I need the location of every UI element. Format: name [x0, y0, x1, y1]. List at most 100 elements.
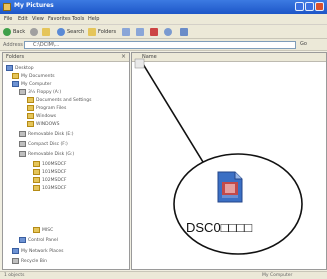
folders-pane: Folders × Desktop My Documents My Comput… — [2, 52, 130, 270]
tree-item-label: My Documents — [21, 73, 55, 79]
column-header-name[interactable]: Name — [142, 54, 157, 60]
delete-button[interactable] — [150, 27, 160, 37]
menu-edit[interactable]: Edit — [18, 16, 28, 22]
drive-icon — [19, 131, 26, 137]
folders-button[interactable]: Folders — [88, 27, 116, 37]
folders-icon — [88, 28, 96, 36]
minimize-button[interactable] — [295, 2, 304, 11]
tree-item[interactable]: 101MSDCF — [33, 168, 67, 176]
views-icon — [180, 28, 188, 36]
tree-item-label: Removable Disk (G:) — [28, 151, 75, 157]
menu-favorites[interactable]: Favorites — [48, 16, 71, 22]
status-count: 1 objects — [4, 273, 25, 278]
back-button[interactable]: Back — [3, 27, 25, 37]
tree-item-label: 101MSDCF — [42, 169, 67, 175]
folder-icon — [33, 177, 40, 183]
window-title: My Pictures — [14, 2, 54, 9]
status-location: My Computer — [262, 273, 293, 278]
tree-item[interactable]: Removable Disk (G:) — [19, 150, 74, 158]
menu-view[interactable]: View — [32, 16, 44, 22]
undo-icon — [164, 28, 172, 36]
folder-icon — [27, 113, 34, 119]
tree-item[interactable]: Recycle Bin — [12, 257, 47, 265]
tree-item[interactable]: 103MSDCF — [33, 184, 67, 192]
folders-pane-title: Folders — [6, 54, 25, 60]
status-bar: 1 objects My Computer — [0, 271, 327, 279]
tree-item[interactable]: Documents and Settings — [27, 96, 91, 104]
tree-item-label: 100MSDCF — [42, 161, 67, 167]
floppy-icon — [19, 89, 26, 95]
move-to-icon — [122, 28, 130, 36]
tree-item-label: Program Files — [36, 105, 67, 111]
file-list-pane[interactable]: Name — [131, 52, 327, 270]
tree-item[interactable]: WINDOWS — [27, 120, 59, 128]
tree-item[interactable]: 100MSDCF — [33, 160, 67, 168]
image-file-icon — [217, 171, 243, 203]
tree-item-label: 102MSDCF — [42, 177, 67, 183]
menu-help[interactable]: Help — [88, 16, 99, 22]
drive-icon — [19, 151, 26, 157]
back-arrow-icon — [3, 28, 11, 36]
menu-bar: File Edit View Favorites Tools Help — [0, 14, 327, 25]
folder-icon — [33, 161, 40, 167]
search-button[interactable]: Search — [57, 27, 84, 37]
maximize-button[interactable] — [305, 2, 314, 11]
folder-icon — [12, 73, 19, 79]
tree-item[interactable]: Compact Disc (F:) — [19, 140, 68, 148]
tree-item[interactable]: My Computer — [12, 80, 51, 88]
tree-item[interactable]: My Documents — [12, 72, 55, 80]
tree-item-label: Recycle Bin — [21, 258, 47, 264]
tree-item-label: My Computer — [21, 81, 52, 87]
menu-file[interactable]: File — [4, 16, 12, 22]
network-icon — [12, 248, 19, 254]
menu-tools[interactable]: Tools — [72, 16, 84, 22]
tree-item[interactable]: Program Files — [27, 104, 66, 112]
address-label: Address — [3, 42, 23, 48]
explorer-window: My Pictures File Edit View Favorites Too… — [0, 0, 327, 279]
close-button[interactable] — [315, 2, 324, 11]
cd-drive-icon — [19, 141, 26, 147]
address-bar: Address C:\DCIM\... Go — [0, 39, 327, 51]
delete-icon — [150, 28, 158, 36]
forward-button[interactable] — [30, 27, 40, 37]
folders-label: Folders — [98, 29, 117, 35]
tree-item[interactable]: 3½ Floppy (A:) — [19, 88, 61, 96]
undo-button[interactable] — [164, 27, 174, 37]
tree-item[interactable]: Windows — [27, 112, 56, 120]
up-folder-icon — [42, 28, 50, 36]
tree-item[interactable]: Removable Disk (E:) — [19, 130, 74, 138]
folder-icon — [3, 3, 11, 11]
title-bar[interactable]: My Pictures — [0, 0, 327, 14]
folder-icon — [27, 97, 34, 103]
address-input[interactable]: C:\DCIM\... — [24, 41, 296, 49]
close-icon[interactable]: × — [121, 53, 126, 61]
forward-arrow-icon — [30, 28, 38, 36]
desktop-icon — [6, 65, 13, 71]
tree-item[interactable]: Control Panel — [19, 236, 58, 244]
tree-item-label: 3½ Floppy (A:) — [28, 89, 62, 95]
tree-item-label: Compact Disc (F:) — [28, 141, 68, 147]
search-label: Search — [67, 29, 85, 35]
copy-to-icon — [136, 28, 144, 36]
search-icon — [57, 28, 65, 36]
tree-item[interactable]: My Network Places — [12, 247, 64, 255]
tree-item-label: Windows — [36, 113, 57, 119]
tree-item-label: 103MSDCF — [42, 185, 67, 191]
folder-icon — [27, 121, 34, 127]
folder-icon — [33, 169, 40, 175]
tree-item-label: WINDOWS — [36, 121, 60, 127]
toolbar: Back Search Folders — [0, 25, 327, 39]
move-to-button[interactable] — [122, 27, 132, 37]
tree-item-label: Desktop — [15, 65, 34, 71]
file-list-header: Name — [132, 53, 326, 62]
tree-item-label: Documents and Settings — [36, 97, 92, 103]
callout-filename: DSC0□□□□ — [186, 220, 253, 235]
tree-item[interactable]: 102MSDCF — [33, 176, 67, 184]
go-button[interactable]: Go — [300, 41, 324, 49]
copy-to-button[interactable] — [136, 27, 146, 37]
up-button[interactable] — [42, 27, 52, 37]
tree-item[interactable]: Desktop — [6, 64, 34, 72]
views-button[interactable] — [180, 27, 190, 37]
tree-item-label: Removable Disk (E:) — [28, 131, 74, 137]
back-label: Back — [13, 29, 26, 35]
